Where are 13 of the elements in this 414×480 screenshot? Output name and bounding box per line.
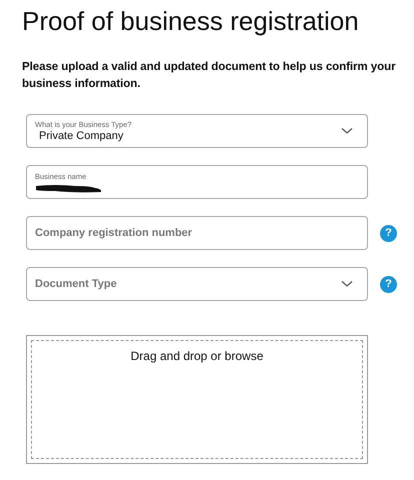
- chevron-down-icon: [341, 127, 353, 135]
- dropdown-field[interactable]: Document Type: [26, 267, 368, 301]
- field-value: Private Company: [39, 130, 124, 142]
- chevron-down-icon: [341, 280, 353, 288]
- help-icon[interactable]: ?: [380, 276, 397, 292]
- field-placeholder: Company registration number: [35, 227, 194, 239]
- input-field[interactable]: Company registration number: [26, 216, 368, 250]
- page-title: Proof of business registration: [22, 5, 360, 38]
- help-icon[interactable]: ?: [380, 224, 397, 242]
- upload-dropzone[interactable]: Drag and drop or browse: [26, 335, 368, 464]
- description-text: Please upload a valid and updated document to help us confirm your business information.: [22, 59, 396, 92]
- dropzone-text: Drag and drop or browse: [130, 349, 264, 364]
- field-placeholder: Document Type: [35, 278, 118, 290]
